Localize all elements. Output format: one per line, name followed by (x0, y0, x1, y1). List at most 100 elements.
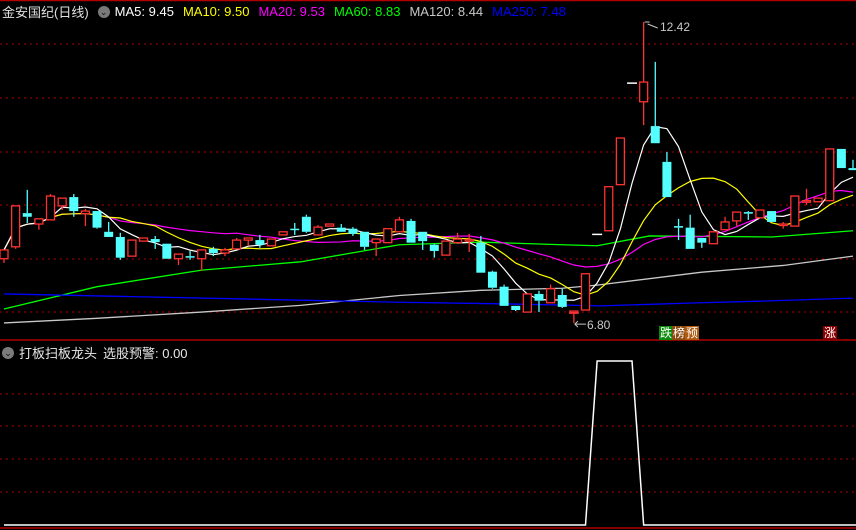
candle (348, 227, 358, 236)
candle-body-up (138, 237, 149, 242)
candle (778, 221, 788, 229)
candle (813, 197, 823, 203)
candle (511, 305, 521, 312)
candle (534, 290, 544, 313)
candle (801, 188, 812, 205)
candle-body-down (848, 168, 856, 171)
candle-body-up (57, 197, 67, 207)
candle-body-down (534, 293, 544, 301)
candle (127, 239, 137, 257)
candle-body-up (197, 249, 207, 260)
chart-canvas[interactable] (0, 0, 856, 530)
ma5-value: MA5: 9.45 (114, 4, 174, 19)
candle-body-down (360, 231, 370, 247)
candle (313, 225, 323, 236)
candle (476, 235, 486, 273)
high-arrow-line (647, 23, 658, 29)
candle (45, 193, 56, 221)
candle-body-down (429, 244, 439, 251)
candle (743, 211, 753, 220)
candle-body-up (231, 239, 242, 250)
chart-header: 金安国纪(日线) ⌄ MA5: 9.45 MA10: 9.50 MA20: 9.… (2, 2, 575, 21)
candle-body-down (115, 236, 125, 258)
candle-body-up (464, 238, 474, 242)
candle (429, 243, 439, 258)
indicator-header: ⌄ 打板扫板龙头 选股预警: 0.00 (2, 343, 188, 362)
candle (418, 231, 428, 250)
candle (197, 249, 207, 271)
candle (220, 247, 230, 257)
candle-body-up (580, 273, 591, 311)
high-price-label: 12.42 (660, 20, 691, 34)
candle-body-down (336, 227, 346, 232)
candle-body-down (685, 227, 695, 249)
candle-body-up (813, 197, 823, 203)
ma10-value: MA10: 9.50 (182, 4, 250, 19)
candle-body-up (34, 218, 44, 225)
candle-body-up (10, 205, 21, 248)
candle (290, 222, 300, 235)
candle (185, 250, 195, 260)
candle-body-down (150, 239, 160, 243)
candle-body-down (662, 161, 672, 198)
indicator-line (4, 360, 856, 526)
candle-body-down (406, 220, 416, 243)
candle-body-up (383, 228, 393, 244)
candle (104, 221, 114, 237)
chevron-down-icon[interactable]: ⌄ (97, 5, 110, 18)
candle (697, 238, 707, 248)
tag-die: 跌 (659, 326, 674, 340)
candle-body-up (522, 293, 532, 313)
candle (615, 137, 626, 186)
candle-body-down (104, 231, 114, 237)
indicator-title: 打板扫板龙头 (19, 346, 98, 361)
candle-body-down (162, 243, 172, 259)
candle-body-down (767, 211, 777, 222)
candle (173, 253, 184, 265)
candle (10, 205, 21, 249)
candle (278, 231, 288, 236)
tag-zhang: 涨 (823, 326, 838, 340)
candle-body-down (208, 248, 218, 254)
candle-body-up (266, 238, 277, 247)
candle (115, 232, 125, 260)
candle-body-up (732, 211, 742, 222)
candle (604, 186, 614, 232)
candle (557, 288, 567, 308)
candle (522, 293, 532, 313)
candle-body-up (825, 148, 835, 202)
tag-yu: 预 (685, 326, 700, 340)
candle-body-up (639, 81, 649, 103)
candle (790, 195, 800, 227)
candle (394, 216, 405, 233)
candle-body-down (348, 228, 358, 234)
candle-body-down (418, 231, 428, 242)
candle (639, 22, 649, 126)
candle (383, 228, 393, 244)
candle (825, 148, 835, 202)
candle-body-up (604, 186, 614, 232)
candle-body-down (697, 238, 707, 243)
ma5-line (3, 125, 854, 301)
candle-body-up (615, 137, 626, 186)
candle (138, 237, 149, 242)
candle (243, 237, 253, 246)
candle-body-down (487, 271, 497, 288)
candle-body-down (674, 226, 684, 228)
candle-body-up (127, 239, 137, 257)
candle (231, 238, 242, 250)
candle (266, 238, 277, 247)
candle-body-up (324, 223, 335, 227)
candle (22, 189, 32, 223)
chevron-down-icon[interactable]: ⌄ (2, 346, 14, 359)
candle (301, 214, 311, 233)
candle-body-up (371, 238, 381, 244)
candle-body-up (720, 221, 730, 231)
candle (406, 218, 416, 243)
candle-body-up (45, 195, 56, 221)
candle-body-down (255, 240, 265, 245)
candle-body-down (499, 286, 509, 306)
candle-body-up (313, 226, 323, 236)
candle (836, 148, 846, 169)
candle-body-down (22, 213, 32, 217)
